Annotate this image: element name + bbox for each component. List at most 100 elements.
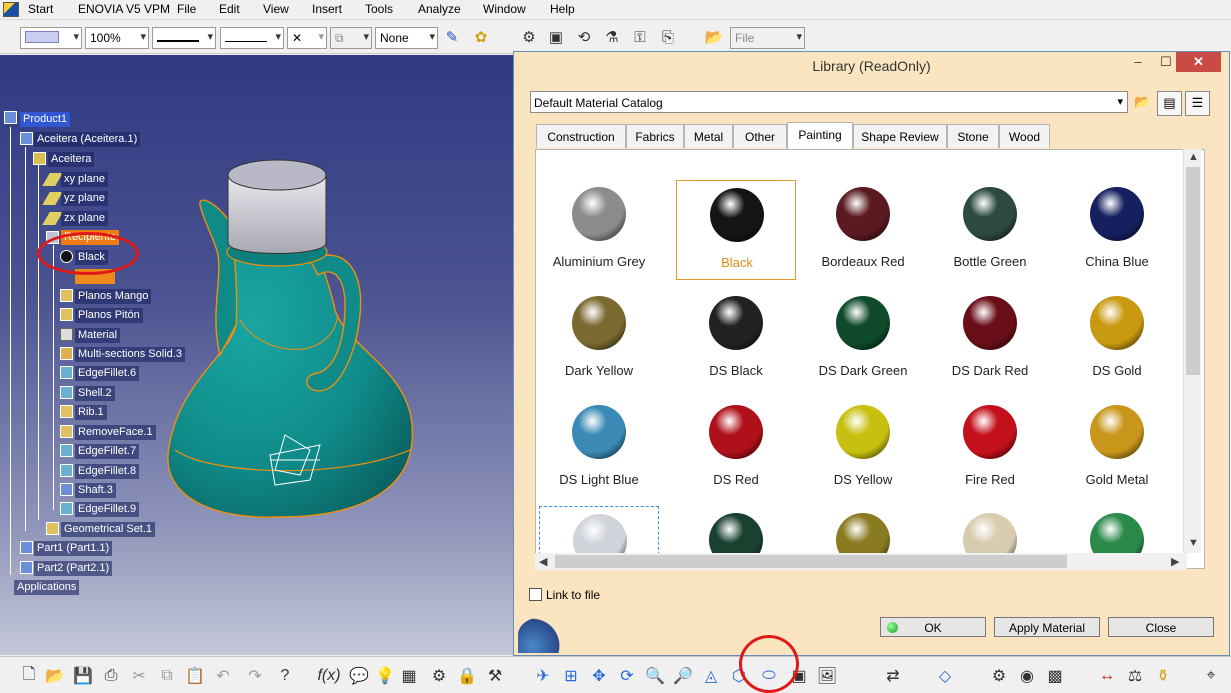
- tree-node-applications[interactable]: Applications: [14, 580, 80, 595]
- layer-icon[interactable]: ◇: [934, 665, 956, 687]
- scroll-up-icon[interactable]: ▲: [1188, 151, 1199, 163]
- color-combo[interactable]: ▾: [20, 27, 82, 49]
- material-swatch[interactable]: Fire Red: [930, 398, 1050, 498]
- dialog-title-bar[interactable]: Library (ReadOnly) – ☐ ✕: [514, 52, 1229, 79]
- compass-icon[interactable]: ⌖: [1200, 665, 1222, 687]
- close-button[interactable]: Close: [1108, 617, 1214, 637]
- help-icon[interactable]: ?: [274, 665, 296, 687]
- formula-icon[interactable]: f(x): [317, 665, 340, 687]
- remove-face-icon[interactable]: [60, 425, 73, 438]
- material-swatch[interactable]: Gold Metal: [1057, 398, 1177, 498]
- menu-analyze[interactable]: Analyze: [418, 2, 461, 16]
- open-catalog-icon[interactable]: 📂: [1130, 91, 1155, 116]
- material-swatch[interactable]: DS Gold: [1057, 289, 1177, 389]
- tree-node-geometrical-set1[interactable]: Geometrical Set.1: [61, 522, 156, 537]
- fillet-icon[interactable]: [60, 366, 73, 379]
- fly-icon[interactable]: ✈: [532, 665, 554, 687]
- geometrical-set-icon[interactable]: [46, 522, 59, 535]
- fit-all-icon[interactable]: ⊞: [560, 665, 582, 687]
- graphic-properties-icon[interactable]: ✿: [470, 26, 492, 48]
- scroll-down-icon[interactable]: ▼: [1188, 537, 1199, 549]
- tab-wood[interactable]: Wood: [999, 124, 1050, 148]
- horizontal-scrollbar[interactable]: ◀ ▶: [535, 553, 1187, 570]
- lock-icon[interactable]: 🔒: [456, 665, 478, 687]
- fillet-icon[interactable]: [60, 464, 73, 477]
- vertical-scrollbar[interactable]: ▲ ▼: [1183, 149, 1201, 553]
- tree-node-edgefillet7[interactable]: EdgeFillet.7: [75, 444, 140, 459]
- zoom-in-icon[interactable]: 🔍: [644, 665, 666, 687]
- render-style-combo[interactable]: ⧉ ▾: [330, 27, 372, 49]
- menu-file[interactable]: File: [177, 2, 196, 16]
- menu-window[interactable]: Window: [483, 2, 526, 16]
- tree-node-xy-plane[interactable]: xy plane: [61, 172, 108, 187]
- tree-node-aceitera-instance[interactable]: Aceitera (Aceitera.1): [34, 132, 141, 147]
- point-symbol-combo[interactable]: ✕ ▾: [287, 27, 327, 49]
- measure-icon[interactable]: ↔: [1096, 665, 1118, 687]
- menu-insert[interactable]: Insert: [312, 2, 342, 16]
- material-swatch[interactable]: Aluminium Grey: [539, 180, 659, 280]
- enovia-sync-icon[interactable]: ⟲: [573, 26, 595, 48]
- apply-material-button[interactable]: Apply Material: [994, 617, 1100, 637]
- new-icon[interactable]: 🗋: [18, 665, 40, 687]
- material-swatch[interactable]: DS Dark Red: [930, 289, 1050, 389]
- normal-view-icon[interactable]: ◬: [700, 665, 722, 687]
- tab-stone[interactable]: Stone: [947, 124, 999, 148]
- open-folder-icon[interactable]: 📂: [703, 26, 725, 48]
- layer-combo[interactable]: None ▾: [375, 27, 438, 49]
- tab-painting[interactable]: Painting: [787, 122, 853, 149]
- material-swatch[interactable]: DS Dark Green: [803, 289, 923, 389]
- plane-icon[interactable]: [42, 192, 63, 205]
- tree-node-material[interactable]: Material: [75, 328, 121, 343]
- tab-shape-review[interactable]: Shape Review: [853, 124, 947, 148]
- copy-icon[interactable]: ⧉: [156, 665, 178, 687]
- tree-node-product1[interactable]: Product1: [20, 112, 71, 127]
- minimize-icon[interactable]: –: [1126, 52, 1150, 72]
- plane-icon[interactable]: [42, 173, 63, 186]
- close-icon[interactable]: ✕: [1176, 52, 1221, 72]
- material-swatch[interactable]: China Blue: [1057, 180, 1177, 280]
- swap-icon[interactable]: ⇄: [882, 665, 904, 687]
- rotate-icon[interactable]: ⟳: [616, 665, 638, 687]
- tab-construction[interactable]: Construction: [536, 124, 626, 148]
- tree-node-part1[interactable]: Part1 (Part1.1): [34, 541, 113, 556]
- cut-icon[interactable]: ✂: [128, 665, 150, 687]
- linetype-combo[interactable]: ▾: [152, 27, 216, 49]
- list-view-icon[interactable]: ☰: [1185, 91, 1210, 116]
- enovia-lock-icon[interactable]: ⚿: [629, 26, 651, 48]
- scroll-right-icon[interactable]: ▶: [1171, 555, 1179, 568]
- tab-fabrics[interactable]: Fabrics: [626, 124, 684, 148]
- tree-node-multi-sections[interactable]: Multi-sections Solid.3: [75, 347, 185, 362]
- 3d-viewport[interactable]: Product1 Aceitera (Aceitera.1) Aceitera …: [0, 55, 513, 655]
- catia-logo-icon[interactable]: [3, 2, 19, 17]
- product-icon[interactable]: [20, 132, 33, 145]
- measure-item-icon[interactable]: ⚖: [1124, 665, 1146, 687]
- painter-icon[interactable]: ✎: [441, 26, 463, 48]
- paste-icon[interactable]: 📋: [184, 665, 206, 687]
- plane-icon[interactable]: [42, 212, 63, 225]
- tree-node-yz-plane[interactable]: yz plane: [61, 191, 108, 206]
- zoom-out-icon[interactable]: 🔎: [672, 665, 694, 687]
- catalog-browser-icon[interactable]: ▩: [1044, 665, 1066, 687]
- image-icon[interactable]: 🖼: [816, 665, 838, 687]
- product-icon[interactable]: [20, 541, 33, 554]
- enovia-tree-icon[interactable]: ⚗: [601, 26, 623, 48]
- tree-node-edgefillet6[interactable]: EdgeFillet.6: [75, 366, 140, 381]
- file-combo[interactable]: File ▾: [730, 27, 805, 49]
- tab-metal[interactable]: Metal: [684, 124, 733, 148]
- material-swatch[interactable]: DS Light Blue: [539, 398, 659, 498]
- tree-node-shell2[interactable]: Shell.2: [75, 386, 115, 401]
- product-icon[interactable]: [4, 111, 17, 124]
- rib-icon[interactable]: [60, 405, 73, 418]
- menu-help[interactable]: Help: [550, 2, 575, 16]
- catalog-icon[interactable]: ⚙: [428, 665, 450, 687]
- constraint-icon[interactable]: ◉: [1016, 665, 1038, 687]
- assembly-icon[interactable]: ⚙: [988, 665, 1010, 687]
- lineweight-combo[interactable]: ▾: [220, 27, 284, 49]
- tree-node-rib1[interactable]: Rib.1: [75, 405, 107, 420]
- knowledge-icon[interactable]: 💬: [348, 665, 370, 687]
- menu-view[interactable]: View: [263, 2, 289, 16]
- enovia-file-icon[interactable]: ⎘: [657, 26, 679, 48]
- tree-node-planos-mango[interactable]: Planos Mango: [75, 289, 152, 304]
- material-swatch[interactable]: Bordeaux Red: [803, 180, 923, 280]
- catalog-select[interactable]: Default Material Catalog ▾: [530, 91, 1128, 113]
